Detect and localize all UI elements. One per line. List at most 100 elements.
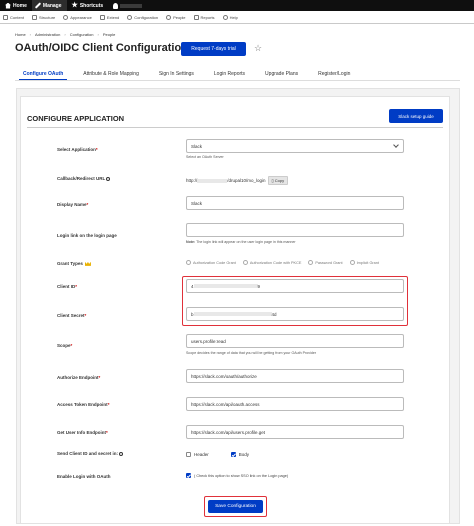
menu-help[interactable]: Help [222,14,238,20]
breadcrumb-separator: › [29,32,32,37]
body-label: Body [238,452,250,457]
access-token-endpoint-input[interactable]: https://slack.com/api/oauth.access [186,397,404,411]
user-info-endpoint-text: Get User Info Endpoint [57,430,106,435]
extend-icon [99,14,105,20]
send-client-text: Send Client ID and secret in: [57,451,119,456]
scope-input[interactable]: users.profile:read [186,334,404,348]
required-marker: * [98,375,101,380]
callback-url-value: http:// /drupal10/mo_login ▯ Copy [186,176,289,185]
radio-icon [349,260,355,265]
toolbar-shortcuts[interactable]: ★ Shortcuts [67,0,109,11]
login-link-input[interactable] [186,223,404,237]
wrench-icon [34,2,42,9]
menu-extend-label: Extend [106,14,120,20]
callback-url-prefix: http:// [186,178,198,183]
tab-upgrade-plans[interactable]: Upgrade Plans [261,68,302,80]
admin-toolbar: Home Manage ★ Shortcuts [0,0,474,11]
client-id-input[interactable]: 4 9 [186,279,404,293]
breadcrumb-administration[interactable]: Administration [35,32,60,37]
breadcrumb-people[interactable]: People [103,32,115,37]
display-name-input[interactable]: Slack [186,196,404,210]
menu-reports[interactable]: Reports [193,14,215,20]
copy-icon: ▯ [271,178,274,183]
toolbar-manage-label: Manage [42,2,62,9]
enable-login-row: ( Check this option to show SSO link on … [186,473,288,478]
callback-url-label: Callback/Redirect URL [57,176,111,181]
menu-help-label: Help [229,14,238,20]
menu-people-label: People [173,14,186,20]
reports-icon [193,14,199,20]
authorize-endpoint-label: Authorize Endpoint* [57,375,100,380]
grant-auth-code-label: Authorization Code Grant [193,260,236,265]
enable-login-checkbox[interactable] [186,473,191,478]
tab-login-reports[interactable]: Login Reports [210,68,249,80]
login-link-label: Login link on the login page [57,233,117,238]
breadcrumb-separator: › [97,32,99,37]
configuration-icon [127,14,133,20]
callback-url-text: Callback/Redirect URL [57,176,106,181]
authorize-endpoint-input[interactable]: https://slack.com/oauth/authorize [186,369,404,383]
radio-icon [308,260,314,265]
help-icon [222,14,228,20]
grant-implicit-label: Implicit Grant [356,260,379,265]
tab-configure-oauth[interactable]: Configure OAuth [19,68,68,80]
access-token-endpoint-label: Access Token Endpoint* [57,402,109,407]
toolbar-home[interactable]: Home [0,0,32,11]
menu-appearance[interactable]: Appearance [63,14,92,20]
grant-password[interactable]: Password Grant [308,260,343,265]
header-checkbox[interactable] [186,452,191,457]
tab-attribute-role-mapping[interactable]: Attribute & Role Mapping [79,68,143,80]
structure-icon [32,14,38,20]
client-secret-end: 4d [271,311,277,317]
access-token-endpoint-text: Access Token Endpoint [57,402,108,407]
menu-extend[interactable]: Extend [99,14,120,20]
user-info-endpoint-input[interactable]: https://slack.com/api/users.profile.get [186,425,404,439]
grant-implicit[interactable]: Implicit Grant [349,260,379,265]
menu-people[interactable]: People [166,14,186,20]
tabs-divider [15,80,460,81]
client-secret-text: Client Secret [57,313,85,318]
setup-guide-button[interactable]: Slack setup guide [389,109,443,123]
username-redacted [120,3,143,8]
toolbar-shortcuts-label: Shortcuts [79,2,104,9]
menu-configuration[interactable]: Configuration [127,14,158,20]
select-application-text: Select Application [57,147,96,152]
menu-structure[interactable]: Structure [32,14,55,20]
crown-icon [84,261,91,266]
info-icon[interactable] [106,176,111,181]
request-trial-button[interactable]: Request 7-days trial [181,42,246,56]
breadcrumb-configuration[interactable]: Configuration [70,32,94,37]
star-icon: ★ [71,1,78,9]
grant-auth-code[interactable]: Authorization Code Grant [186,260,236,265]
client-secret-label: Client Secret* [57,313,86,318]
required-marker: * [70,343,73,348]
client-id-label: Client ID* [57,284,77,289]
toolbar-user[interactable] [108,0,147,11]
star-icon[interactable]: ☆ [254,43,262,53]
scope-desc: Scope decides the range of data that you… [186,351,317,355]
send-client-label: Send Client ID and secret in: [57,451,124,456]
required-marker: * [84,313,87,318]
required-marker: * [75,284,78,289]
info-icon[interactable] [119,451,124,456]
grant-types-text: Grant Types [57,261,83,266]
body-checkbox[interactable] [230,452,236,457]
select-application-dropdown[interactable]: Slack [186,139,404,153]
display-name-label: Display Name* [57,202,88,207]
client-id-redacted [193,284,258,288]
menu-reports-label: Reports [200,14,215,20]
enable-login-label: Enable Login with OAuth [57,474,111,479]
tab-sign-in-settings[interactable]: Sign In Settings [155,68,198,80]
required-marker: * [107,402,110,407]
menu-content[interactable]: Content [3,14,24,20]
copy-label: Copy [274,178,285,183]
tab-register-login[interactable]: Register/Login [314,68,354,80]
required-marker: * [106,430,108,435]
grant-auth-code-pkce[interactable]: Authorization Code with PKCE [242,260,301,265]
save-configuration-button[interactable]: Save Configuration [208,500,263,513]
toolbar-manage[interactable]: Manage [31,0,67,11]
copy-button[interactable]: ▯ Copy [267,176,289,185]
client-id-end: 9 [257,283,261,289]
breadcrumb-home[interactable]: Home [15,32,26,37]
client-secret-input[interactable]: b 4d [186,307,404,321]
